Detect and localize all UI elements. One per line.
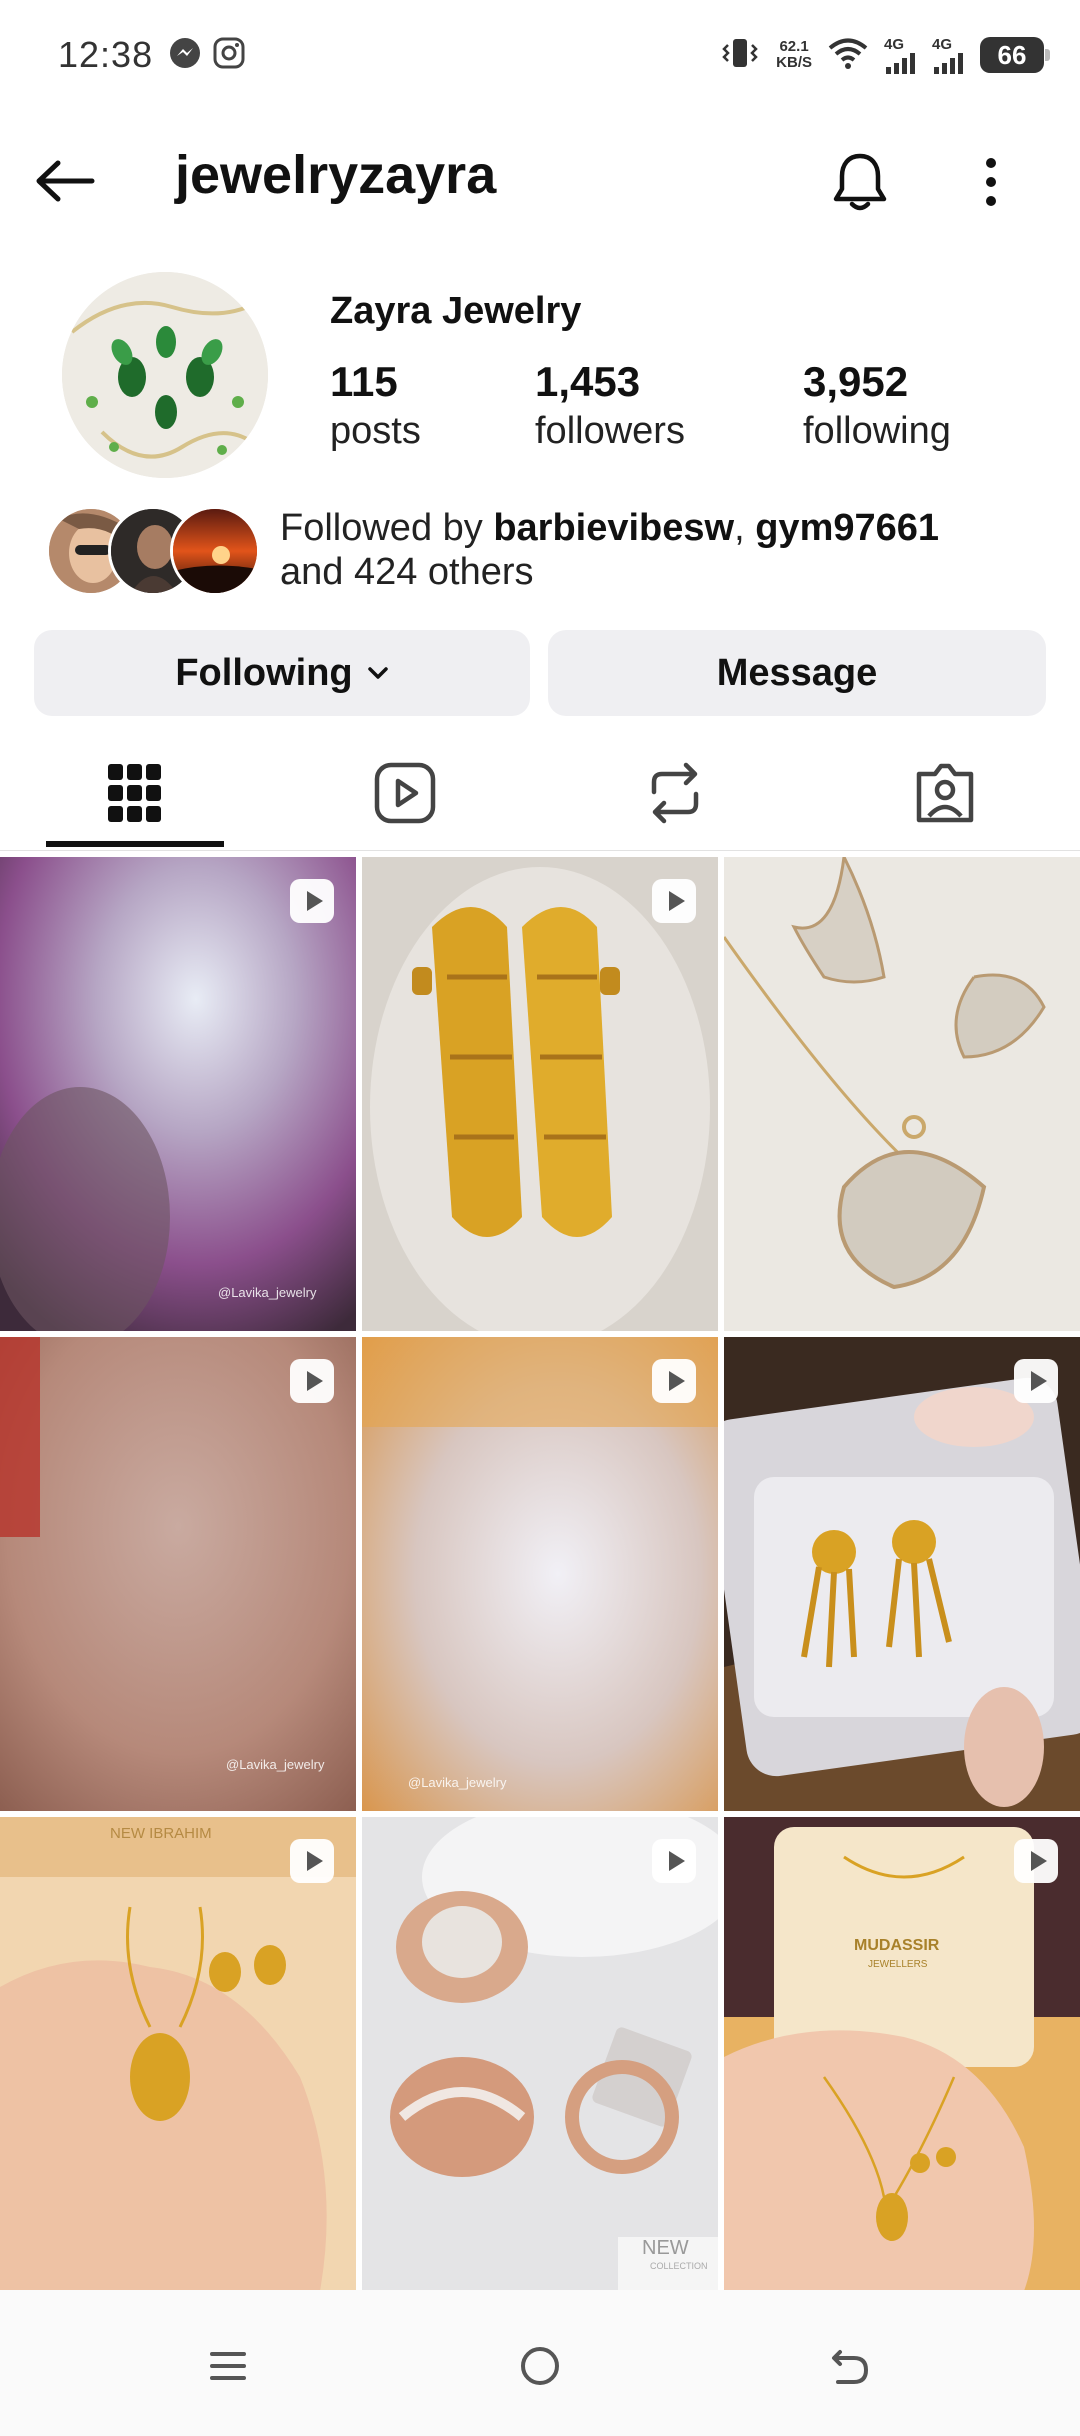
post-tile[interactable]: NEW COLLECTION [362,1817,718,2291]
message-button[interactable]: Message [548,630,1046,716]
post-watermark: @Lavika_jewelry [218,1285,317,1300]
reel-indicator-icon [290,1839,334,1883]
stat-followers-label: followers [535,410,685,452]
following-button[interactable]: Following [34,630,530,716]
following-button-label: Following [175,651,353,694]
stat-followers-value: 1,453 [535,358,641,405]
chevron-down-icon [367,666,389,680]
post-tile[interactable] [362,857,718,1331]
post-tile[interactable] [724,857,1080,1331]
stat-following[interactable]: 3,952 following [803,358,951,453]
tagged-icon [916,763,974,822]
notifications-button[interactable] [820,142,900,222]
stat-following-label: following [803,410,951,452]
reel-indicator-icon [290,1359,334,1403]
stat-posts-label: posts [330,410,421,452]
profile-avatar[interactable] [62,272,268,478]
return-arrow-icon [832,2350,869,2384]
network-speed-unit: KB/S [776,54,812,71]
profile-display-name: Zayra Jewelry [330,290,582,332]
system-navigation-bar [0,2290,1080,2436]
collection-subtitle: COLLECTION [650,2261,708,2271]
home-circle-icon [521,2347,559,2385]
mutual-avatar [170,506,260,596]
system-back-button[interactable] [810,2326,890,2406]
profile-header: jewelryzayra [0,130,1080,225]
post-watermark: @Lavika_jewelry [226,1757,325,1772]
stat-followers[interactable]: 1,453 followers [535,358,685,453]
repost-icon [651,762,699,823]
network-speed: 62.1 KB/S [776,39,812,71]
signal-icon-sim2: 4G [932,37,966,74]
stat-following-value: 3,952 [803,358,909,405]
network-speed-value: 62.1 [779,38,809,55]
profile-tabs [0,735,1080,851]
post-tile[interactable]: @Lavika_jewelry [362,1337,718,1811]
status-right: 62.1 KB/S 4G 4G 66 [718,30,1050,80]
stat-posts[interactable]: 115 posts [330,358,421,453]
followed-by-prefix: Followed by [280,507,494,549]
back-button[interactable] [30,146,100,216]
status-bar: 12:38 62.1 KB/S 4G 4G 66 [0,0,1080,115]
stat-posts-value: 115 [330,358,398,405]
signal-type-2: 4G [932,35,953,53]
profile-username: jewelryzayra [175,145,497,205]
post-tile[interactable]: NEW IBRAHIM [0,1817,356,2291]
shop-sign-subtitle: JEWELLERS [868,1959,928,1970]
instagram-notification-icon [212,36,246,75]
message-button-label: Message [716,651,878,694]
post-tile[interactable]: @Lavika_jewelry [0,1337,356,1811]
post-tile[interactable] [724,1337,1080,1811]
post-tile[interactable]: MUDASSIR JEWELLERS [724,1817,1080,2291]
mutual-followers-avatars[interactable] [46,506,261,596]
active-tab-indicator [46,841,224,847]
back-arrow-icon [36,160,95,202]
home-button[interactable] [500,2326,580,2406]
collection-tag: NEW [642,2237,689,2259]
signal-icon-sim1: 4G [884,37,918,74]
tab-reels[interactable] [270,735,540,850]
battery-indicator: 66 [980,37,1050,73]
reel-indicator-icon [652,1359,696,1403]
reel-indicator-icon [652,879,696,923]
more-vertical-icon [986,158,996,206]
vibrate-icon [718,36,762,75]
status-time: 12:38 [58,34,154,75]
grid-icon [108,763,161,822]
post-watermark: @Lavika_jewelry [408,1775,507,1790]
followed-by-separator: , [734,507,756,549]
reels-icon [374,762,436,823]
menu-lines-icon [210,2352,246,2380]
recent-apps-button[interactable] [188,2326,268,2406]
post-tile[interactable]: @Lavika_jewelry [0,857,356,1331]
tab-posts-grid[interactable] [0,735,270,850]
bell-icon [833,153,887,211]
reel-indicator-icon [1014,1839,1058,1883]
mutual-followers-text[interactable]: Followed by barbievibesw, gym97661 and 4… [280,506,1060,594]
wifi-icon [826,35,870,76]
shop-sign-text: MUDASSIR [854,1937,940,1954]
mutual-username-2[interactable]: gym97661 [755,507,939,549]
reel-indicator-icon [652,1839,696,1883]
followed-by-suffix: and 424 others [280,551,534,593]
messenger-icon [168,36,202,75]
tab-tagged[interactable] [810,735,1080,850]
reel-indicator-icon [1014,1359,1058,1403]
reel-indicator-icon [290,879,334,923]
mutual-username-1[interactable]: barbievibesw [493,507,734,549]
more-options-button[interactable] [955,142,1027,222]
signal-type-1: 4G [884,35,905,53]
shop-sign-text: NEW IBRAHIM [110,1825,212,1842]
tab-reposts[interactable] [540,735,810,850]
